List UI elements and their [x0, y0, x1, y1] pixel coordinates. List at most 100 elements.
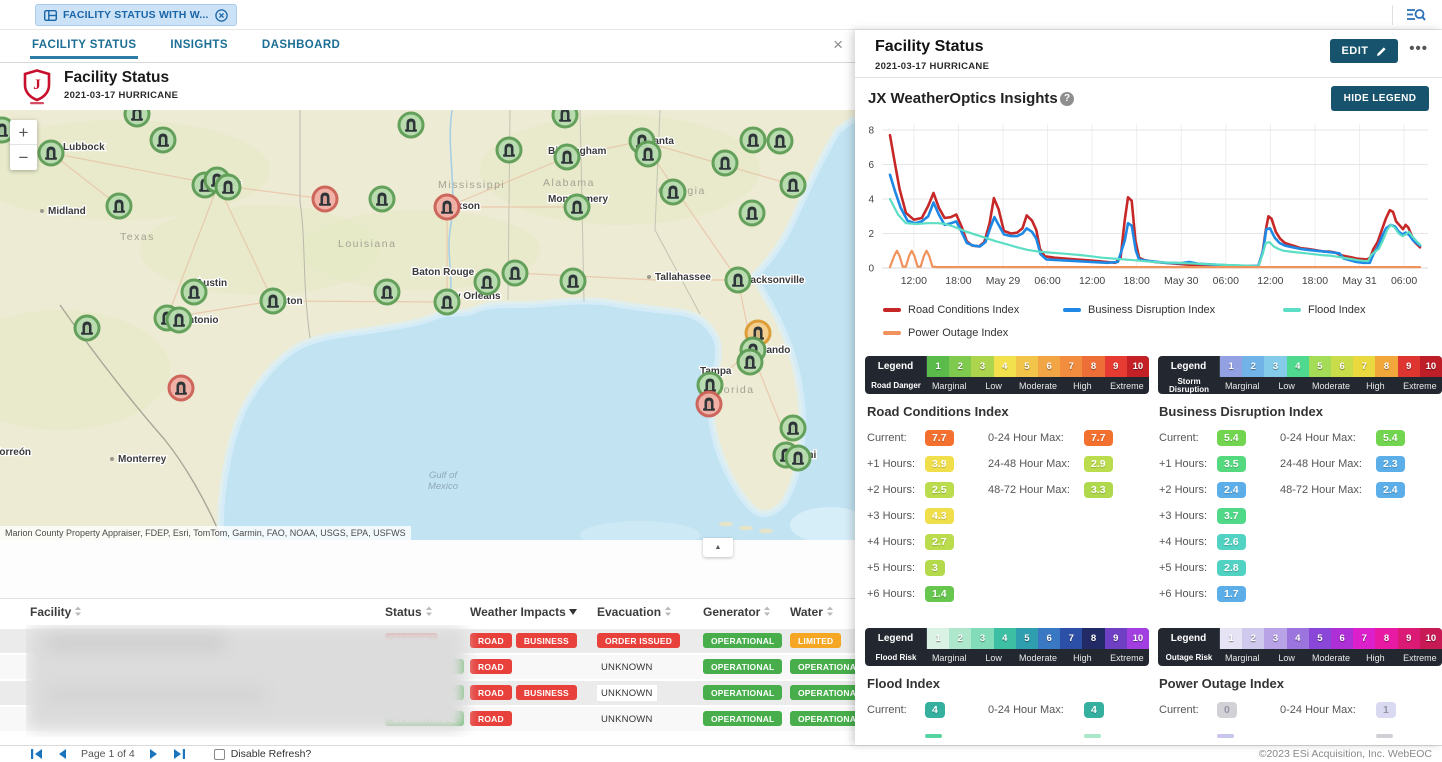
- facility-marker[interactable]: [661, 180, 685, 204]
- facility-marker[interactable]: [697, 392, 721, 416]
- tab-insights[interactable]: INSIGHTS: [168, 30, 230, 59]
- facility-marker[interactable]: [738, 350, 762, 374]
- facility-marker[interactable]: [435, 290, 459, 314]
- scale-cell-8: 8: [1375, 356, 1397, 377]
- next-page-button[interactable]: [149, 748, 159, 760]
- facility-marker[interactable]: [125, 110, 149, 126]
- scale-cell-4: 4: [1287, 628, 1309, 649]
- facility-marker[interactable]: [781, 173, 805, 197]
- board-tab-chip[interactable]: FACILITY STATUS WITH W...: [35, 4, 237, 26]
- index-row: 0-24 Hour Max:4: [988, 697, 1104, 723]
- x-tick-label: May 29: [986, 275, 1021, 287]
- facility-marker[interactable]: [261, 289, 285, 313]
- facility-marker[interactable]: [555, 145, 579, 169]
- panel-close-icon[interactable]: ×: [833, 35, 843, 55]
- y-tick-label: 2: [868, 229, 874, 240]
- map-table-divider: ▲: [0, 540, 855, 598]
- edit-button-label: EDIT: [1341, 45, 1368, 57]
- close-tab-icon[interactable]: [215, 9, 228, 22]
- sort-desc-icon: [569, 606, 577, 617]
- facility-marker[interactable]: [435, 195, 459, 219]
- facility-marker[interactable]: [107, 194, 131, 218]
- index-row: +5 Hours:2.8: [1159, 555, 1441, 581]
- facility-marker[interactable]: [313, 187, 337, 211]
- index-row: +6 Hours:1.7: [1159, 581, 1441, 607]
- evacuation-value: UNKNOWN: [597, 659, 657, 675]
- facility-marker[interactable]: [370, 187, 394, 211]
- index-label: 24-48 Hour Max:: [1280, 458, 1376, 470]
- legend-label: Flood Index: [1308, 304, 1365, 316]
- severity-label: Moderate: [1309, 381, 1353, 391]
- tab-facility-status[interactable]: FACILITY STATUS: [30, 30, 138, 59]
- facility-marker[interactable]: [781, 416, 805, 440]
- index-section-road-conditions-index: Road Conditions IndexCurrent:7.7+1 Hours…: [867, 404, 1149, 607]
- facility-marker[interactable]: [151, 128, 175, 152]
- help-icon[interactable]: ?: [1060, 92, 1074, 106]
- zoom-in-button[interactable]: +: [10, 120, 37, 145]
- more-options-button[interactable]: •••: [1409, 40, 1428, 57]
- column-header-generator[interactable]: Generator: [703, 605, 771, 619]
- index-label: +5 Hours:: [1159, 562, 1217, 574]
- facility-marker[interactable]: [713, 151, 737, 175]
- facility-marker[interactable]: [169, 376, 193, 400]
- column-header-facility[interactable]: Facility: [30, 605, 82, 619]
- generator-badge: OPERATIONAL: [703, 685, 782, 700]
- facility-marker[interactable]: [503, 261, 527, 285]
- disable-refresh-checkbox[interactable]: [214, 749, 225, 760]
- facility-marker[interactable]: [75, 316, 99, 340]
- index-value-badge: 2.9: [1084, 456, 1113, 472]
- evacuation-value: UNKNOWN: [597, 685, 657, 701]
- index-section-flood-index: Flood IndexCurrent:40-24 Hour Max:4: [867, 676, 1149, 745]
- scale-cell-3: 3: [971, 628, 993, 649]
- hide-legend-button[interactable]: HIDE LEGEND: [1331, 86, 1429, 111]
- state-label: Mississippi: [438, 179, 505, 191]
- facility-marker[interactable]: [375, 280, 399, 304]
- facility-marker[interactable]: [726, 268, 750, 292]
- facility-marker[interactable]: [740, 201, 764, 225]
- facility-marker[interactable]: [497, 138, 521, 162]
- facility-marker[interactable]: [786, 446, 810, 470]
- facility-marker[interactable]: [636, 142, 660, 166]
- sort-icon: [763, 606, 771, 617]
- x-tick-label: 06:00: [1391, 275, 1417, 287]
- edit-button[interactable]: EDIT: [1330, 39, 1398, 63]
- column-header-status[interactable]: Status: [385, 605, 433, 619]
- facility-marker[interactable]: [39, 141, 63, 165]
- zoom-out-button[interactable]: −: [10, 145, 37, 170]
- previous-page-button[interactable]: [57, 748, 67, 760]
- search-button[interactable]: [1392, 5, 1426, 25]
- legend-swatch: [883, 308, 901, 312]
- index-label: +1 Hours:: [1159, 458, 1217, 470]
- scale-cell-4: 4: [994, 628, 1016, 649]
- first-page-button[interactable]: [30, 748, 43, 760]
- severity-label: Moderate: [1309, 653, 1353, 663]
- scale-cell-10: 10: [1127, 628, 1149, 649]
- page-indicator: Page 1 of 4: [81, 748, 135, 760]
- facility-marker[interactable]: [399, 113, 423, 137]
- facility-marker[interactable]: [741, 128, 765, 152]
- facility-marker[interactable]: [182, 280, 206, 304]
- index-value-badge: 1: [1376, 702, 1396, 718]
- column-header-water[interactable]: Water: [790, 605, 834, 619]
- column-header-evacuation[interactable]: Evacuation: [597, 605, 672, 619]
- facility-marker[interactable]: [565, 195, 589, 219]
- legend-swatch: [883, 331, 901, 335]
- scale-legend-title: Legend: [865, 628, 927, 649]
- panel-title: Facility Status: [875, 38, 983, 56]
- facility-map[interactable]: TexasLouisianaMississippiAlabamaGeorgiaF…: [0, 110, 855, 540]
- column-header-weather-impacts[interactable]: Weather Impacts: [470, 605, 577, 619]
- facility-marker[interactable]: [475, 270, 499, 294]
- scale-name: Outage Risk: [1158, 654, 1220, 662]
- tab-dashboard[interactable]: DASHBOARD: [260, 30, 342, 59]
- facility-marker[interactable]: [167, 308, 191, 332]
- index-value-badge: 5.4: [1376, 430, 1405, 446]
- facility-marker[interactable]: [553, 110, 577, 127]
- index-value-badge: 3.3: [1084, 482, 1113, 498]
- last-page-button[interactable]: [173, 748, 186, 760]
- scale-cell-5: 5: [1309, 356, 1331, 377]
- generator-badge: OPERATIONAL: [703, 633, 782, 648]
- facility-marker[interactable]: [768, 129, 792, 153]
- collapse-panel-button[interactable]: ▲: [703, 538, 733, 557]
- facility-marker[interactable]: [216, 175, 240, 199]
- facility-marker[interactable]: [561, 269, 585, 293]
